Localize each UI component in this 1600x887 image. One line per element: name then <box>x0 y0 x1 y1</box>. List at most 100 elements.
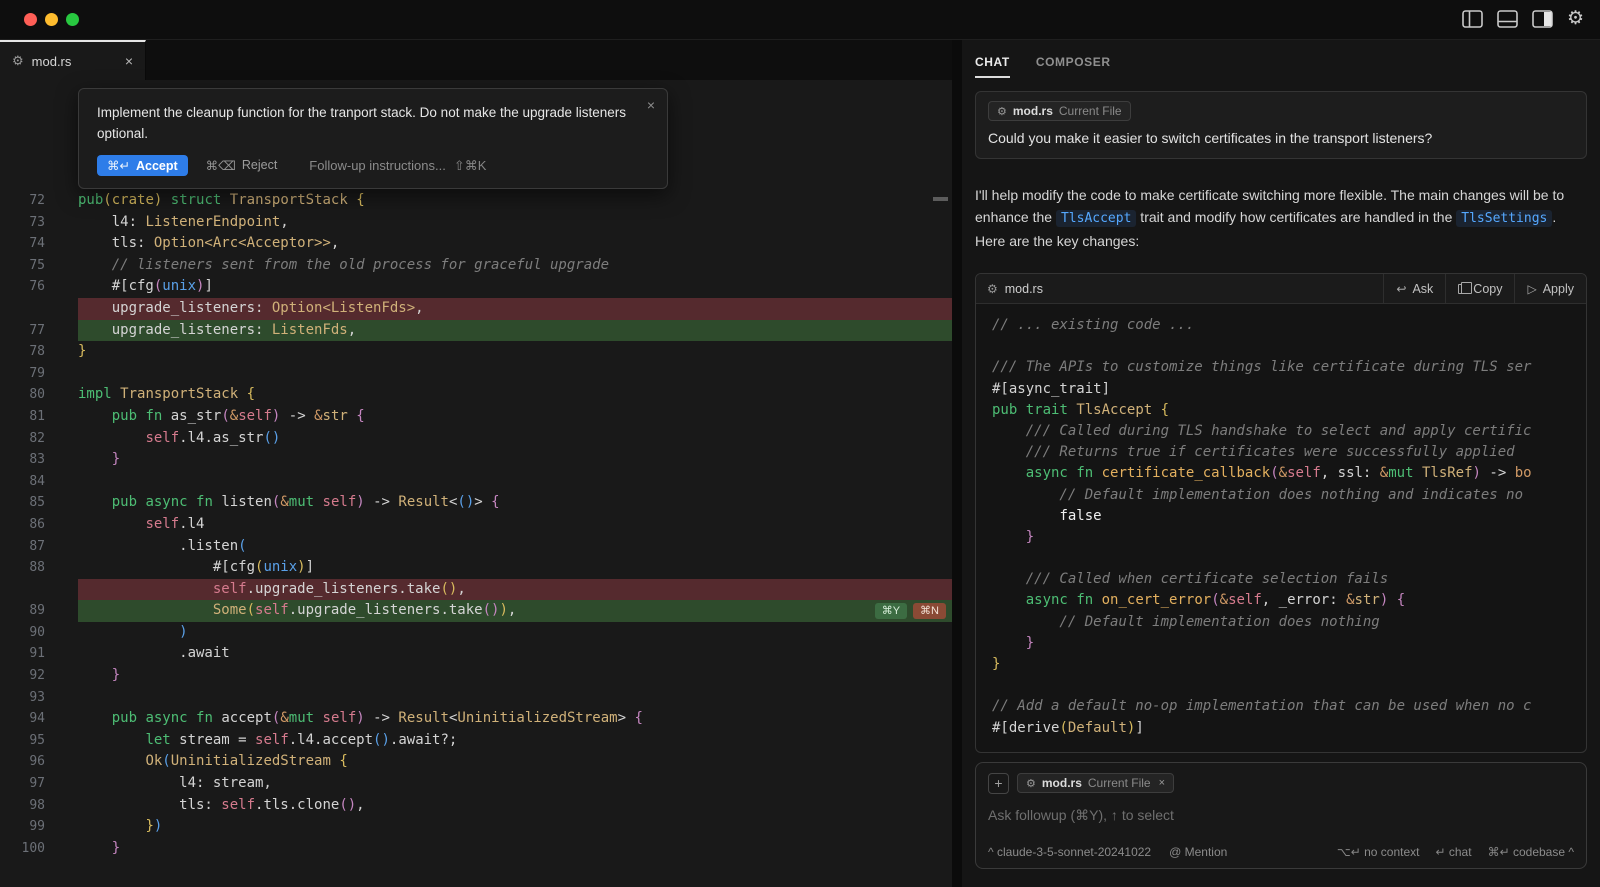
chat-label: chat <box>1449 845 1472 859</box>
code-line[interactable] <box>992 548 1570 569</box>
code-line[interactable]: 97 l4: stream, <box>0 773 952 795</box>
code-line[interactable]: #[async_trait] <box>992 379 1570 400</box>
no-context-label: no context <box>1364 845 1419 859</box>
code-line[interactable]: 87 .listen( <box>0 536 952 558</box>
code-line[interactable]: 73 l4: ListenerEndpoint, <box>0 212 952 234</box>
tab-composer[interactable]: COMPOSER <box>1036 55 1111 78</box>
settings-gear-icon[interactable]: ⚙ <box>1567 9 1584 29</box>
code-line[interactable]: 85 pub async fn listen(&mut self) -> Res… <box>0 492 952 514</box>
code-line[interactable]: 77 upgrade_listeners: ListenFds, <box>0 320 952 342</box>
tab-close-icon[interactable]: × <box>125 53 133 69</box>
code-line[interactable]: 92 } <box>0 665 952 687</box>
code-line[interactable]: 76 #[cfg(unix)] <box>0 276 952 298</box>
tab-chat[interactable]: CHAT <box>975 55 1010 78</box>
code-line[interactable]: 91 .await <box>0 643 952 665</box>
ask-button[interactable]: ↩ Ask <box>1383 274 1445 304</box>
code-line[interactable]: 95 let stream = self.l4.accept().await?; <box>0 730 952 752</box>
code-line[interactable]: 81 pub fn as_str(&self) -> &str { <box>0 406 952 428</box>
code-line[interactable]: } <box>992 527 1570 548</box>
input-footer: ^ claude-3-5-sonnet-20241022 @ Mention ⌥… <box>988 845 1574 859</box>
reject-button[interactable]: ⌘⌫ Reject <box>206 158 278 173</box>
code-line[interactable]: 75 // listeners sent from the old proces… <box>0 255 952 277</box>
code-line[interactable]: } <box>992 654 1570 675</box>
accept-button[interactable]: ⌘↵ Accept <box>97 155 188 176</box>
minimize-window-icon[interactable] <box>45 13 58 26</box>
code-block-header: ⚙ mod.rs ↩ Ask Copy ▷ Apply <box>976 274 1586 304</box>
code-line[interactable]: false <box>992 506 1570 527</box>
dialog-prompt-text: Implement the cleanup function for the t… <box>97 102 627 144</box>
code-line[interactable]: 93 <box>0 687 952 709</box>
code-line[interactable]: // ... existing code ... <box>992 315 1570 336</box>
code-line[interactable]: 83 } <box>0 449 952 471</box>
line-number: 97 <box>0 773 78 795</box>
code-line[interactable]: async fn certificate_callback(&self, ssl… <box>992 463 1570 484</box>
add-context-button[interactable]: + <box>988 773 1009 794</box>
code-line[interactable]: /// Called during TLS handshake to selec… <box>992 421 1570 442</box>
accept-label: Accept <box>136 159 178 173</box>
input-context-chip[interactable]: ⚙ mod.rs Current File × <box>1017 773 1174 793</box>
chip-close-icon[interactable]: × <box>1159 777 1165 789</box>
context-chip[interactable]: ⚙ mod.rs Current File <box>988 101 1131 121</box>
rust-file-icon: ⚙ <box>12 53 24 69</box>
code-line[interactable]: 82 self.l4.as_str() <box>0 428 952 450</box>
copy-button[interactable]: Copy <box>1445 274 1514 304</box>
code-line[interactable]: 79 <box>0 363 952 385</box>
chat-action[interactable]: ↵ chat <box>1435 845 1471 859</box>
code-line[interactable]: async fn on_cert_error(&self, _error: &s… <box>992 590 1570 611</box>
code-line[interactable]: 90 ) <box>0 622 952 644</box>
code-line[interactable]: 84 <box>0 471 952 493</box>
code-line[interactable]: 86 self.l4 <box>0 514 952 536</box>
ask-label: Ask <box>1412 282 1433 296</box>
code-line[interactable]: 88 #[cfg(unix)] <box>0 557 952 579</box>
code-line[interactable]: upgrade_listeners: Option<ListenFds>, <box>0 298 952 320</box>
chat-input[interactable]: + ⚙ mod.rs Current File × Ask followup (… <box>975 762 1587 869</box>
close-window-icon[interactable] <box>24 13 37 26</box>
line-number: 80 <box>0 384 78 406</box>
diff-accept-shortcut-badge[interactable]: ⌘Y <box>875 603 907 619</box>
code-editor[interactable]: 72pub(crate) struct TransportStack {73 l… <box>0 80 952 887</box>
code-line[interactable]: // Default implementation does nothing a… <box>992 485 1570 506</box>
code-line[interactable] <box>992 675 1570 696</box>
code-line[interactable]: 80impl TransportStack { <box>0 384 952 406</box>
code-line[interactable]: /// Called when certificate selection fa… <box>992 569 1570 590</box>
code-line[interactable]: self.upgrade_listeners.take(), <box>0 579 952 601</box>
toggle-panel-bottom-icon[interactable] <box>1497 10 1518 28</box>
code-line[interactable]: 99 }) <box>0 816 952 838</box>
followup-instructions-button[interactable]: Follow-up instructions... ⇧⌘K <box>309 158 486 174</box>
line-number: 84 <box>0 471 78 493</box>
panel-divider[interactable] <box>952 40 962 887</box>
code-line[interactable]: 74 tls: Option<Arc<Acceptor>>, <box>0 233 952 255</box>
mention-button[interactable]: @ Mention <box>1169 845 1227 859</box>
codebase-action[interactable]: ⌘↵ codebase ^ <box>1488 845 1574 859</box>
code-line[interactable]: // Add a default no-op implementation th… <box>992 696 1570 717</box>
code-line[interactable]: pub trait TlsAccept { <box>992 400 1570 421</box>
code-line[interactable]: 100 } <box>0 838 952 860</box>
model-selector[interactable]: ^ claude-3-5-sonnet-20241022 <box>988 845 1151 859</box>
code-line[interactable]: 78} <box>0 341 952 363</box>
toggle-panel-right-icon[interactable] <box>1532 10 1553 28</box>
scrollbar-marker[interactable] <box>933 197 948 201</box>
code-line[interactable]: 96 Ok(UninitializedStream { <box>0 751 952 773</box>
code-line[interactable]: 89 Some(self.upgrade_listeners.take()),⌘… <box>0 600 952 622</box>
code-line[interactable]: /// The APIs to customize things like ce… <box>992 357 1570 378</box>
code-block-content[interactable]: // ... existing code ... /// The APIs to … <box>976 304 1586 752</box>
chat-panel: CHAT COMPOSER ⚙ mod.rs Current File Coul… <box>962 40 1600 887</box>
zoom-window-icon[interactable] <box>66 13 79 26</box>
no-context-action[interactable]: ⌥↵ no context <box>1337 845 1420 859</box>
code-line[interactable]: } <box>992 633 1570 654</box>
toggle-panel-left-icon[interactable] <box>1462 10 1483 28</box>
tab-mod-rs[interactable]: ⚙ mod.rs × <box>0 40 146 80</box>
code-line[interactable]: 98 tls: self.tls.clone(), <box>0 795 952 817</box>
code-line[interactable]: 72pub(crate) struct TransportStack { <box>0 190 952 212</box>
chip-filename: mod.rs <box>1013 104 1053 118</box>
code-line[interactable]: // Default implementation does nothing <box>992 612 1570 633</box>
apply-button[interactable]: ▷ Apply <box>1514 274 1586 304</box>
code-line[interactable]: /// Returns true if certificates were su… <box>992 442 1570 463</box>
code-line[interactable] <box>992 336 1570 357</box>
accept-shortcut: ⌘↵ <box>107 158 130 173</box>
code-line[interactable]: 94 pub async fn accept(&mut self) -> Res… <box>0 708 952 730</box>
line-number: 99 <box>0 816 78 838</box>
code-line[interactable]: #[derive(Default)] <box>992 718 1570 739</box>
dialog-close-icon[interactable]: × <box>647 97 655 113</box>
diff-reject-shortcut-badge[interactable]: ⌘N <box>913 603 946 619</box>
